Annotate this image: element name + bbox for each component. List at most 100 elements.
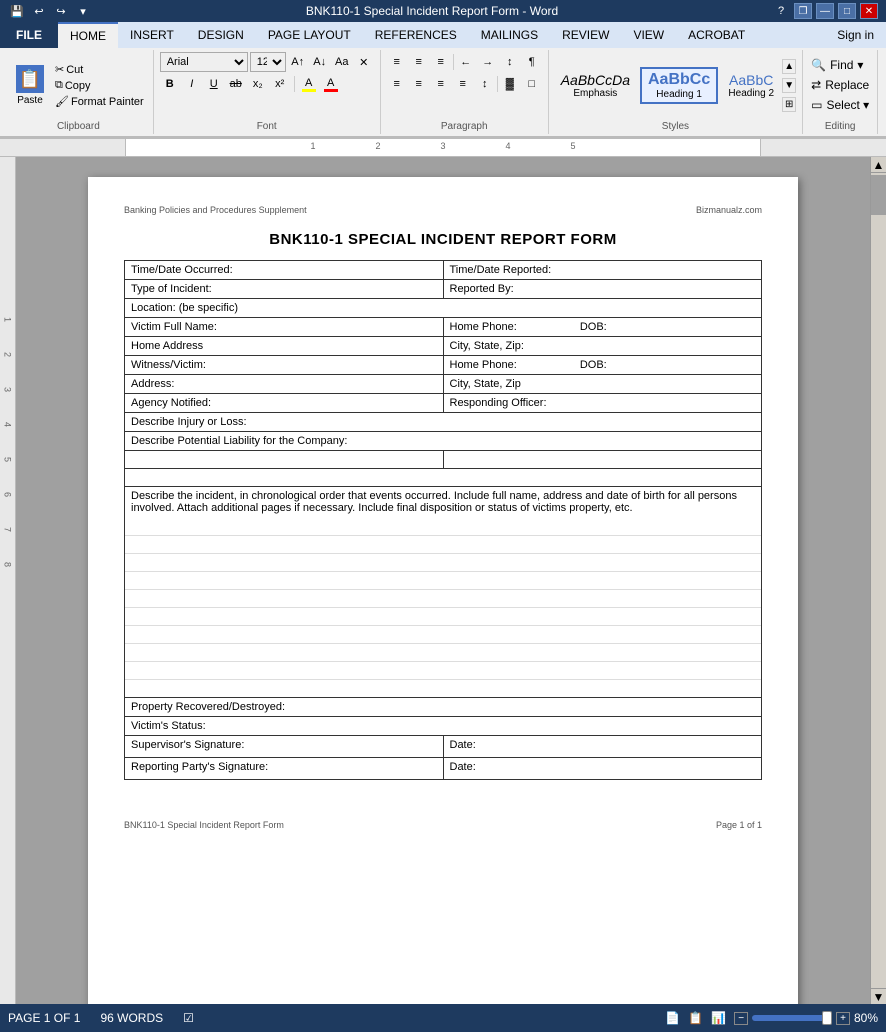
shrink-font-button[interactable]: A↓: [310, 52, 330, 72]
scrollbar-thumb[interactable]: [871, 175, 886, 215]
zoom-thumb[interactable]: [822, 1011, 832, 1025]
proofing-icon: ☑: [183, 1011, 194, 1025]
clear-formatting-button[interactable]: ✕: [354, 52, 374, 72]
font-family-select[interactable]: Arial: [160, 52, 248, 72]
help-button[interactable]: ?: [772, 3, 790, 19]
increase-indent-button[interactable]: →: [478, 52, 498, 72]
paste-button[interactable]: 📋 Paste: [10, 63, 50, 108]
multilevel-list-button[interactable]: ≡: [431, 52, 451, 72]
read-mode-icon[interactable]: 📄: [665, 1011, 680, 1025]
align-left-button[interactable]: ≡: [387, 74, 407, 94]
styles-expand-button[interactable]: ⊞: [782, 97, 796, 112]
page-footer: BNK110-1 Special Incident Report Form Pa…: [124, 820, 762, 830]
show-paragraph-button[interactable]: ¶: [522, 52, 542, 72]
styles-down-button[interactable]: ▼: [782, 78, 796, 93]
quick-access-dropdown[interactable]: ▾: [74, 3, 92, 19]
replace-button[interactable]: ⇄ Replace: [809, 76, 871, 94]
paragraph-group: ≡ ≡ ≡ ← → ↕ ¶ ≡ ≡ ≡ ≡ ↕ ▓ □: [381, 50, 549, 134]
zoom-out-button[interactable]: −: [734, 1012, 748, 1025]
minimize-button[interactable]: —: [816, 3, 834, 19]
window-title: BNK110-1 Special Incident Report Form - …: [92, 4, 772, 18]
web-layout-icon[interactable]: 📊: [711, 1011, 726, 1025]
style-emphasis[interactable]: AaBbCcDa Emphasis: [555, 70, 636, 101]
undo-button[interactable]: ↩: [30, 3, 48, 19]
tab-review[interactable]: REVIEW: [550, 22, 621, 48]
bold-button[interactable]: B: [160, 74, 180, 94]
font-size-select[interactable]: 12: [250, 52, 286, 72]
font-color-button[interactable]: A: [321, 74, 341, 94]
restore-button[interactable]: ❐: [794, 3, 812, 19]
grow-font-button[interactable]: A↑: [288, 52, 308, 72]
copy-icon: ⧉: [55, 79, 63, 92]
font-color-bar: [324, 89, 338, 92]
shading-button[interactable]: ▓: [500, 74, 520, 94]
styles-up-button[interactable]: ▲: [782, 59, 796, 74]
find-button[interactable]: 🔍 Find ▾: [809, 56, 865, 74]
strikethrough-button[interactable]: ab: [226, 74, 246, 94]
bullet-list-button[interactable]: ≡: [387, 52, 407, 72]
justify-button[interactable]: ≡: [453, 74, 473, 94]
underline-button[interactable]: U: [204, 74, 224, 94]
subscript-button[interactable]: x₂: [248, 74, 268, 94]
styles-group: AaBbCcDa Emphasis AaBbCc Heading 1 AaBbC…: [549, 50, 803, 134]
header-right: Bizmanualz.com: [696, 205, 762, 215]
text-highlight-button[interactable]: A: [299, 74, 319, 94]
tab-page-layout[interactable]: PAGE LAYOUT: [256, 22, 363, 48]
style-heading2[interactable]: AaBbC Heading 2: [722, 70, 780, 101]
zoom-in-button[interactable]: +: [836, 1012, 850, 1025]
table-row: Describe Potential Liability for the Com…: [125, 432, 762, 451]
quick-access-toolbar[interactable]: 💾 ↩ ↪ ▾: [8, 3, 92, 19]
scrollbar-down-button[interactable]: ▼: [871, 988, 886, 1004]
select-icon: ▭: [811, 98, 822, 112]
table-row: [125, 451, 762, 469]
table-row: [125, 625, 762, 643]
line-spacing-button[interactable]: ↕: [475, 74, 495, 94]
tab-insert[interactable]: INSERT: [118, 22, 186, 48]
numbered-list-button[interactable]: ≡: [409, 52, 429, 72]
font-row-1: Arial 12 A↑ A↓ Aa ✕: [160, 52, 374, 72]
table-row: Agency Notified: Responding Officer:: [125, 394, 762, 413]
vertical-scrollbar[interactable]: ▲ ▼: [870, 157, 886, 1004]
ribbon-tab-bar: FILE HOME INSERT DESIGN PAGE LAYOUT REFE…: [0, 22, 886, 48]
sign-in-button[interactable]: Sign in: [825, 22, 886, 48]
ruler-numbers: 1 2 3 4 5: [310, 139, 575, 151]
para-row-1: ≡ ≡ ≡ ← → ↕ ¶: [387, 52, 542, 72]
divider: [497, 76, 498, 92]
style-heading1[interactable]: AaBbCc Heading 1: [640, 67, 718, 104]
tab-home[interactable]: HOME: [58, 22, 118, 48]
borders-button[interactable]: □: [522, 74, 542, 94]
italic-button[interactable]: I: [182, 74, 202, 94]
sort-button[interactable]: ↕: [500, 52, 520, 72]
cut-button[interactable]: ✂ Cut: [52, 62, 147, 77]
scrollbar-up-button[interactable]: ▲: [871, 157, 886, 173]
table-row: [125, 517, 762, 535]
print-layout-icon[interactable]: 📋: [688, 1011, 703, 1025]
tab-design[interactable]: DESIGN: [186, 22, 256, 48]
copy-button[interactable]: ⧉ Copy: [52, 78, 147, 93]
align-right-button[interactable]: ≡: [431, 74, 451, 94]
tab-acrobat[interactable]: ACROBAT: [676, 22, 757, 48]
change-case-button[interactable]: Aa: [332, 52, 352, 72]
maximize-button[interactable]: □: [838, 3, 856, 19]
ruler-inner: 1 2 3 4 5: [125, 139, 761, 156]
liability-left-cell: [125, 451, 444, 469]
home-phone-1: Home Phone: DOB:: [443, 318, 762, 337]
superscript-button[interactable]: x²: [270, 74, 290, 94]
decrease-indent-button[interactable]: ←: [456, 52, 476, 72]
center-button[interactable]: ≡: [409, 74, 429, 94]
tab-references[interactable]: REFERENCES: [363, 22, 469, 48]
save-button[interactable]: 💾: [8, 3, 26, 19]
table-row: Victim Full Name: Home Phone: DOB:: [125, 318, 762, 337]
close-button[interactable]: ✕: [860, 3, 878, 19]
select-button[interactable]: ▭ Select ▾: [809, 96, 871, 114]
tab-file[interactable]: FILE: [0, 22, 58, 48]
format-painter-button[interactable]: 🖌 Format Painter: [52, 94, 147, 109]
zoom-controls: − + 80%: [734, 1011, 878, 1025]
tab-view[interactable]: VIEW: [621, 22, 676, 48]
redo-button[interactable]: ↪: [52, 3, 70, 19]
table-row: Supervisor's Signature: Date:: [125, 735, 762, 757]
tab-mailings[interactable]: MAILINGS: [469, 22, 550, 48]
window-controls[interactable]: ? ❐ — □ ✕: [772, 3, 878, 19]
narrative-label: Describe the incident, in chronological …: [125, 487, 762, 518]
footer-right: Page 1 of 1: [716, 820, 762, 830]
